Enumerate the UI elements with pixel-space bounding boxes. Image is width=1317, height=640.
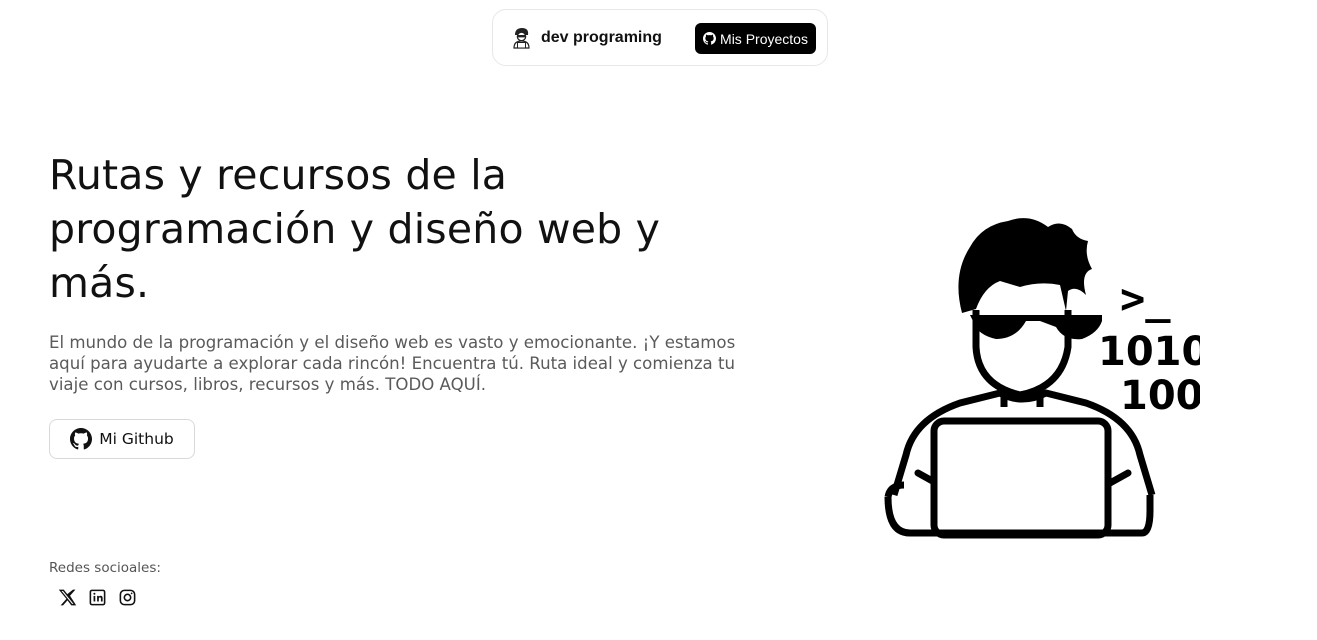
brand-link[interactable]: dev programing — [511, 27, 662, 49]
social-label: Redes socioales: — [49, 560, 161, 576]
hair-shape — [958, 218, 1092, 313]
hacker-developer-illustration: >_ 1010 1001 — [884, 218, 1200, 539]
my-projects-button[interactable]: Mis Proyectos — [695, 23, 816, 54]
laptop-screen — [930, 417, 1112, 539]
brand-name: dev programing — [541, 29, 662, 46]
social-links — [58, 588, 137, 607]
github-icon — [70, 428, 93, 450]
x-twitter-link[interactable] — [58, 588, 77, 607]
top-navbar: dev programing Mis Proyectos — [492, 9, 828, 66]
binary-line-2: 1001 — [1120, 373, 1200, 419]
linkedin-link[interactable] — [88, 588, 107, 607]
instagram-link[interactable] — [118, 588, 137, 607]
developer-avatar-icon — [513, 28, 530, 49]
code-prompt: >_ — [1120, 274, 1171, 323]
my-github-button[interactable]: Mi Github — [49, 419, 195, 459]
linkedin-icon — [89, 589, 106, 606]
sunglasses-icon — [970, 315, 1102, 340]
hero-description: El mundo de la programación y el diseño … — [49, 333, 736, 394]
github-icon — [703, 32, 717, 45]
instagram-icon — [119, 589, 136, 606]
x-twitter-icon — [58, 589, 77, 606]
binary-line-1: 1010 — [1098, 329, 1200, 375]
my-github-label: Mi Github — [99, 430, 174, 448]
my-projects-label: Mis Proyectos — [720, 30, 808, 47]
hero-title: Rutas y recursos de la programación y di… — [49, 151, 661, 307]
